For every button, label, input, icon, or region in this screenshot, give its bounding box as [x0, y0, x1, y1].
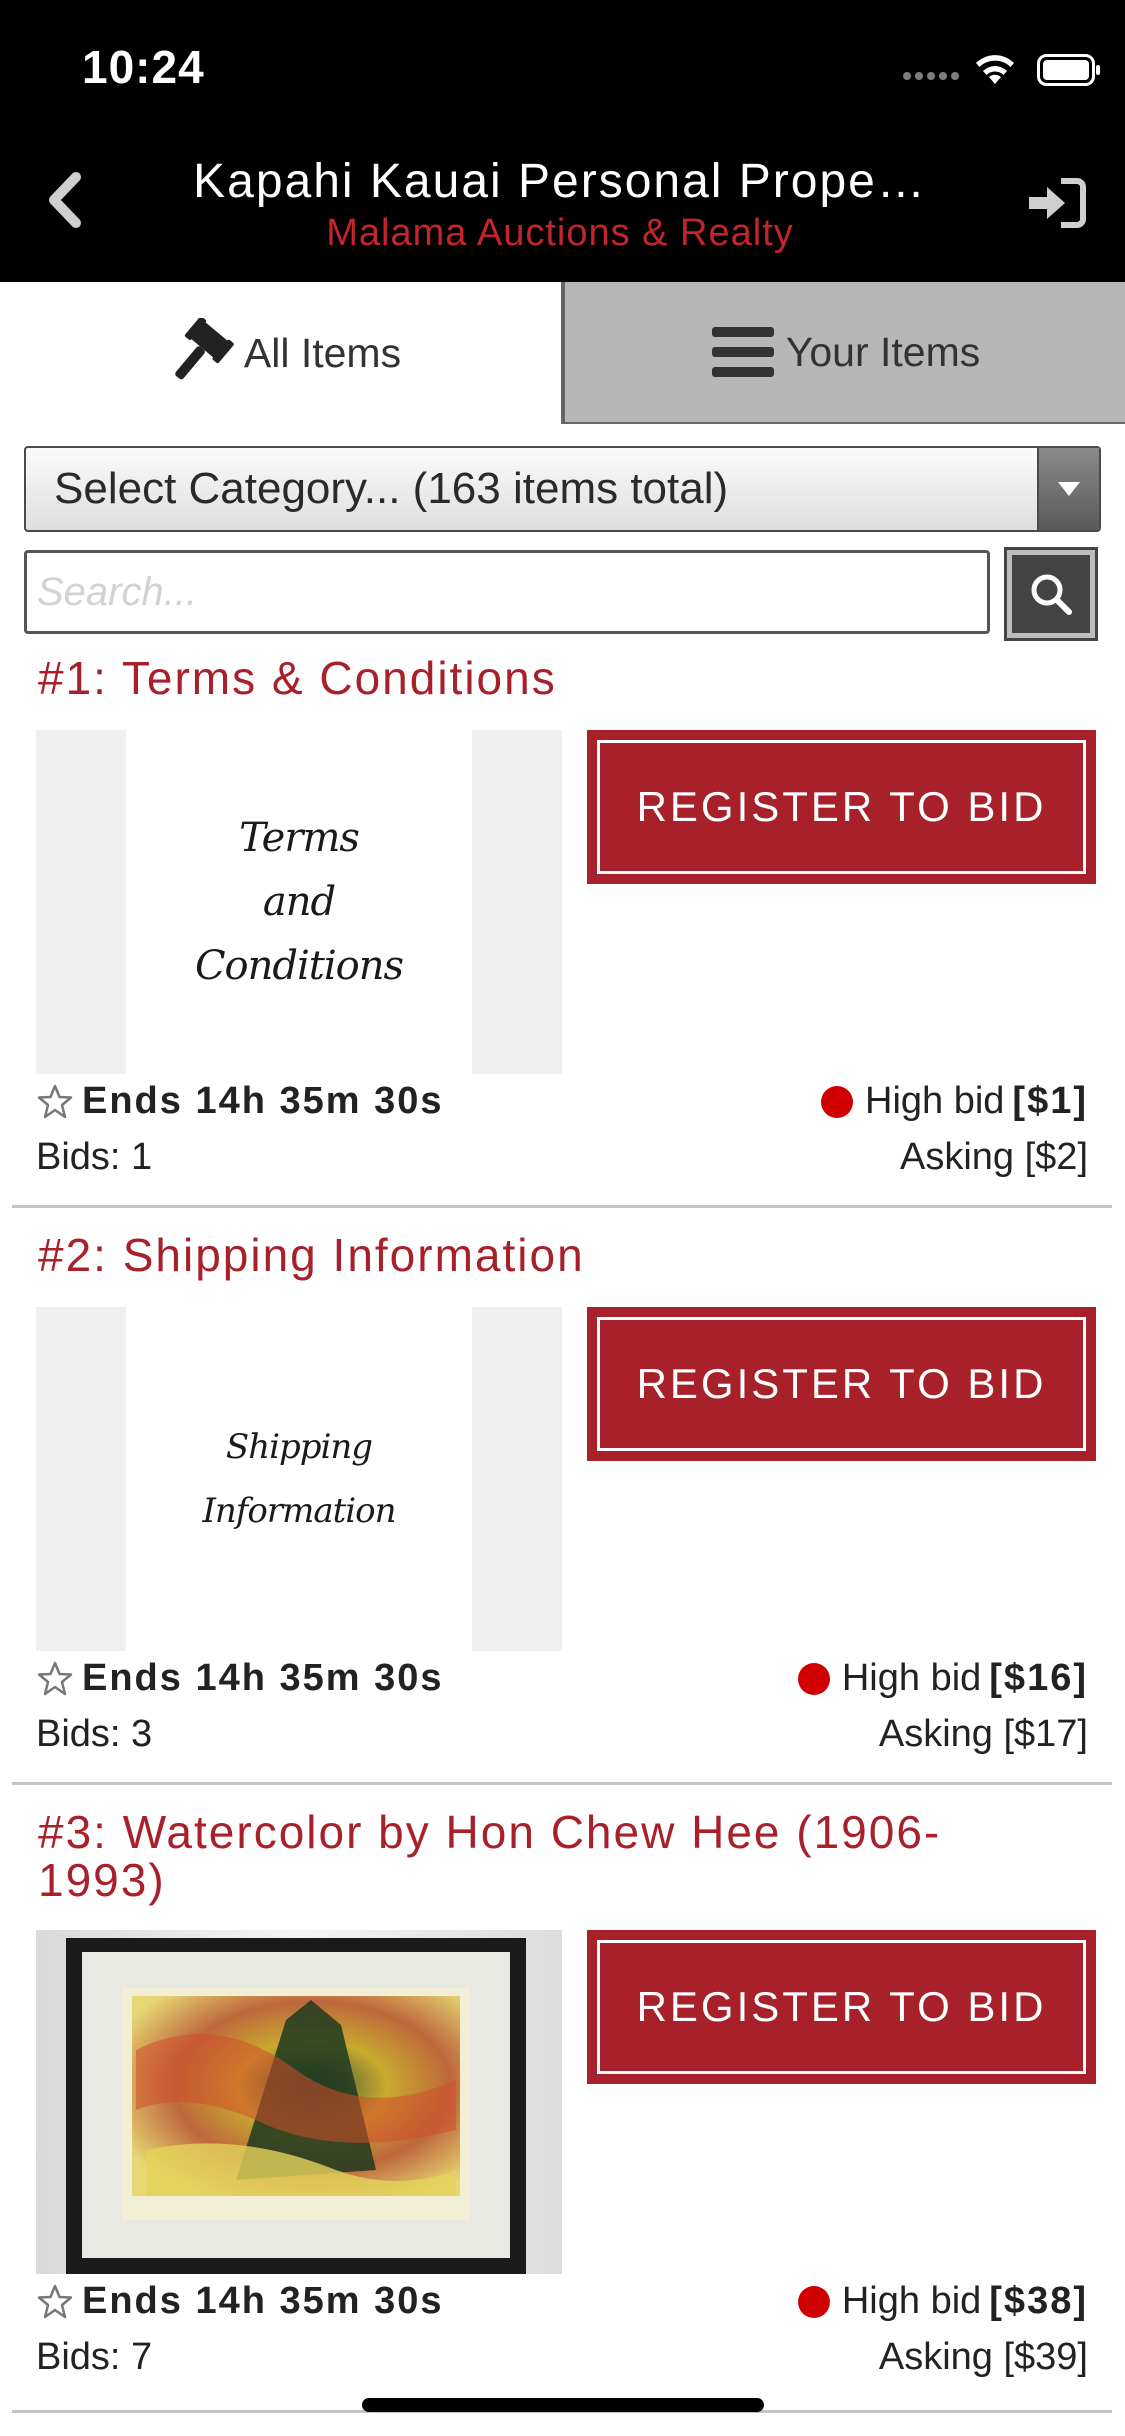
lot-image[interactable]: Terms and Conditions [36, 730, 562, 1074]
register-to-bid-button[interactable]: REGISTER TO BID [587, 730, 1096, 884]
lot-ends-text: Ends 14h 35m 30s [82, 1657, 444, 1699]
lot-title[interactable]: #2: Shipping Information [38, 1231, 1098, 1279]
back-button[interactable] [38, 165, 98, 235]
home-indicator[interactable] [362, 2398, 764, 2412]
high-bid-value: [$38] [989, 2280, 1088, 2322]
status-time: 10:24 [82, 41, 205, 93]
page-subtitle: Malama Auctions & Realty [326, 212, 794, 254]
star-icon[interactable] [36, 1083, 74, 1121]
lot-card: #3: Watercolor by Hon Chew Hee (1906-199… [0, 1804, 1125, 2424]
register-to-bid-button[interactable]: REGISTER TO BID [587, 1307, 1096, 1461]
high-bid-label: High bid [865, 1080, 1005, 1122]
divider [12, 1782, 1112, 1785]
search-input[interactable] [24, 550, 990, 634]
top-bar: 10:24 Kapahi Kauai Personal Prope… Malam… [0, 0, 1125, 282]
search-icon [1031, 574, 1072, 615]
status-icons [825, 50, 1125, 90]
high-bid-value: [$1] [1012, 1080, 1088, 1122]
asking-price: Asking [$17] [878, 1713, 1088, 1755]
page-title: Kapahi Kauai Personal Prope… [193, 155, 927, 208]
high-bid-label: High bid [841, 2280, 982, 2322]
gavel-icon [160, 318, 234, 388]
status-dot-icon [797, 1662, 830, 1695]
lot-card: #1: Terms & Conditions Terms and Conditi… [0, 650, 1125, 1210]
watercolor-painting-image [36, 1930, 562, 2274]
chevron-down-icon[interactable] [1037, 448, 1099, 530]
menu-icon [710, 323, 776, 381]
wifi-icon [976, 55, 1014, 84]
tab-your-items-label: Your Items [785, 328, 981, 375]
high-bid: High bid [$16] [797, 1657, 1088, 1700]
status-dot-icon [797, 2285, 830, 2318]
divider [12, 1205, 1112, 1208]
status-dot-icon [821, 1085, 853, 1118]
high-bid: High bid [$38] [797, 2280, 1088, 2323]
lot-title[interactable]: #1: Terms & Conditions [38, 654, 1098, 702]
high-bid: High bid [$1] [821, 1080, 1088, 1123]
bid-count: Bids: 1 [36, 1136, 153, 1178]
tab-all-items-label: All Items [243, 329, 402, 376]
battery-icon [1037, 54, 1100, 86]
high-bid-label: High bid [841, 1657, 982, 1699]
category-select-value: Select Category... (163 items total) [54, 464, 729, 513]
lot-image-caption: Shipping Information [202, 1427, 396, 1531]
lot-card: #2: Shipping Information Shipping Inform… [0, 1227, 1125, 1787]
asking-price: Asking [$39] [878, 2336, 1088, 2378]
lot-image[interactable] [36, 1930, 562, 2274]
star-icon[interactable] [36, 1660, 74, 1698]
search-button[interactable] [1004, 547, 1098, 641]
bid-count: Bids: 3 [36, 1713, 153, 1755]
tab-your-items[interactable]: Your Items [563, 282, 1125, 424]
high-bid-value: [$16] [989, 1657, 1088, 1699]
lot-ends-text: Ends 14h 35m 30s [82, 2280, 444, 2322]
star-icon[interactable] [36, 2283, 74, 2321]
cellular-signal-icon [903, 72, 961, 82]
login-icon[interactable] [1025, 177, 1087, 229]
tab-all-items[interactable]: All Items [0, 282, 563, 424]
bid-count: Bids: 7 [36, 2336, 153, 2378]
lot-image-caption: Terms and Conditions [194, 815, 404, 989]
lot-ends: Ends 14h 35m 30s [36, 1080, 444, 1123]
lot-title[interactable]: #3: Watercolor by Hon Chew Hee (1906-199… [38, 1808, 1018, 1904]
register-to-bid-button[interactable]: REGISTER TO BID [587, 1930, 1096, 2084]
lot-ends: Ends 14h 35m 30s [36, 1657, 444, 1700]
lot-image[interactable]: Shipping Information [36, 1307, 562, 1651]
asking-price: Asking [$2] [900, 1136, 1088, 1178]
lot-ends-text: Ends 14h 35m 30s [82, 1080, 444, 1122]
category-select[interactable]: Select Category... (163 items total) [24, 446, 1101, 532]
lot-ends: Ends 14h 35m 30s [36, 2280, 444, 2323]
